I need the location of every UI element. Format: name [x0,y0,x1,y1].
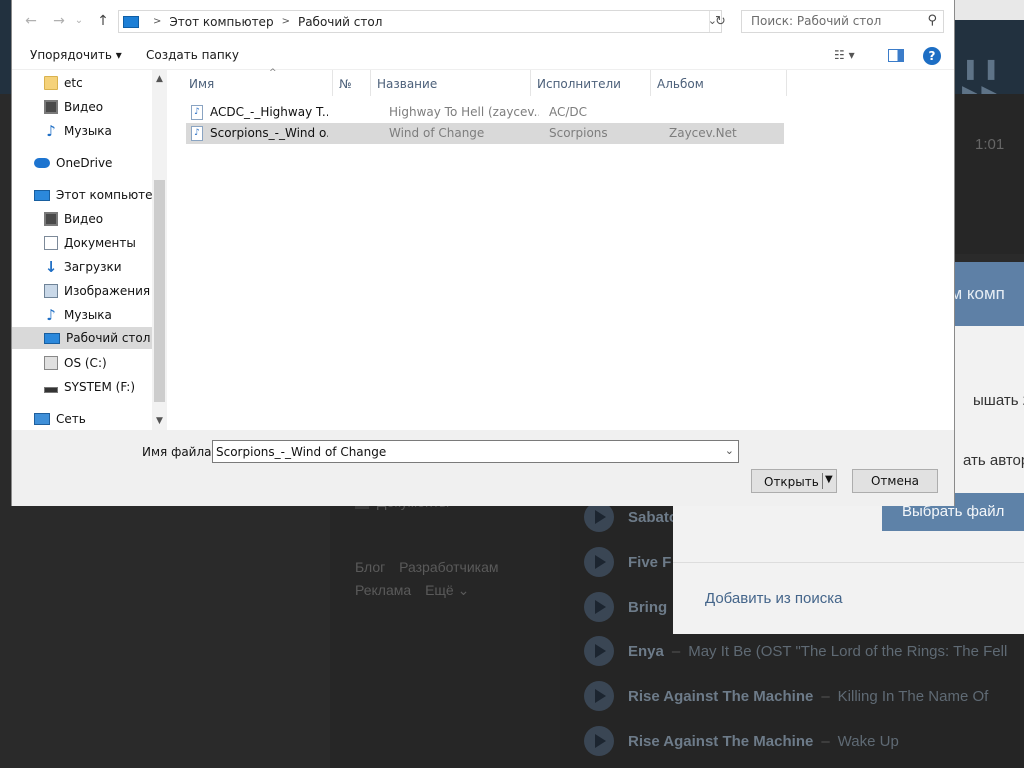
play-icon[interactable] [584,592,614,622]
back-arrow-icon[interactable]: ← [22,12,40,30]
filename-input[interactable]: Scorpions_-_Wind of Change ⌄ [212,440,739,463]
computer-icon [123,15,139,28]
new-folder-button[interactable]: Создать папку [146,48,239,62]
file-list: Имя ^ № Название Исполнители Альбом ♪ AC… [167,68,954,430]
forward-arrow-icon[interactable]: → [50,12,68,30]
scrollbar-thumb[interactable] [154,180,165,402]
modal-text-line: ать автор [963,452,1024,469]
audio-file-icon: ♪ [191,126,203,141]
modal-text-line: ышать 200 [973,392,1024,409]
filename-label: Имя файла: [142,445,216,459]
organize-button[interactable]: Упорядочить ▾ [30,48,122,62]
downloads-icon: ↓ [44,258,58,276]
nav-item-drive-f[interactable]: SYSTEM (F:) [44,376,152,398]
chevron-down-icon[interactable]: ⌄ [725,444,734,457]
breadcrumb-this-pc[interactable]: Этот компьютер [169,15,273,29]
open-button[interactable]: Открыть ▼ [751,469,837,493]
play-icon[interactable] [584,502,614,532]
dropdown-arrow-icon[interactable]: ▼ [825,474,833,485]
chevron-right-icon[interactable]: > [282,16,290,27]
play-icon[interactable] [584,636,614,666]
waveform-strip [950,0,1024,20]
documents-icon [44,236,58,250]
nav-item-video[interactable]: Видео [44,96,152,118]
drive-icon [44,387,58,393]
dialog-footer: Имя файла: Scorpions_-_Wind of Change ⌄ … [12,430,954,506]
nav-item-documents[interactable]: Документы [44,232,152,254]
column-header-name[interactable]: Имя ^ [183,68,333,96]
view-options-icon[interactable]: ☷ ▾ [834,48,855,62]
preview-pane-icon[interactable] [888,49,904,62]
nav-item-etc[interactable]: etc [44,72,152,94]
play-icon[interactable] [584,681,614,711]
cloud-icon [34,158,50,168]
modal-divider [673,562,1024,563]
track-row[interactable]: Rise Against The Machine – Wake Up [584,726,899,756]
nav-item-downloads[interactable]: ↓ Загрузки [44,256,152,278]
music-icon: ♪ [46,122,56,140]
nav-scrollbar[interactable]: ▲ ▼ [152,70,167,430]
music-icon: ♪ [46,306,56,324]
file-row[interactable]: ♪ ACDC_-_Highway T... Highway To Hell (z… [186,102,784,123]
left-column [330,490,560,768]
nav-item-music[interactable]: ♪ Музыка [44,304,152,326]
folder-icon [44,76,58,90]
chevron-right-icon[interactable]: > [153,16,161,27]
track-row[interactable]: Sabato [584,502,678,532]
column-header-number[interactable]: № [333,70,371,96]
footer-blog-link[interactable]: Блог [355,559,385,575]
track-row[interactable]: Bring [584,592,667,622]
toolbar: Упорядочить ▾ Создать папку ☷ ▾ ? [12,42,954,70]
search-icon[interactable]: ⚲ [927,13,937,28]
add-from-search-link[interactable]: Добавить из поиска [705,590,842,607]
footer-dev-link[interactable]: Разработчикам [399,559,498,575]
split-divider [822,473,823,489]
player-controls[interactable]: ❚❚ ▶▶ [962,56,1022,104]
column-header-artists[interactable]: Исполнители [531,70,651,96]
sort-up-icon: ^ [269,68,277,78]
nav-item-onedrive[interactable]: OneDrive [34,152,152,174]
nav-item-music[interactable]: ♪ Музыка [44,120,152,142]
play-icon[interactable] [584,726,614,756]
up-arrow-icon[interactable]: ↑ [94,12,112,30]
video-icon [44,100,58,114]
video-icon [44,212,58,226]
player-panel: 1:01 [955,94,1024,254]
nav-item-images[interactable]: Изображения [44,280,152,302]
breadcrumb-desktop[interactable]: Рабочий стол [298,15,382,29]
scroll-up-icon[interactable]: ▲ [152,74,167,84]
navigation-pane: etc Видео ♪ Музыка OneDrive Этот компьюте… [12,70,167,430]
nav-item-this-pc[interactable]: Этот компьютер [34,184,160,206]
cancel-button[interactable]: Отмена [852,469,938,493]
address-bar[interactable]: > Этот компьютер > Рабочий стол ⌄ [118,10,722,33]
help-icon[interactable]: ? [923,47,941,65]
nav-item-network[interactable]: Сеть [34,408,152,430]
drive-icon [44,356,58,370]
file-row-selected[interactable]: ♪ Scorpions_-_Wind o... Wind of Change S… [186,123,784,144]
audio-file-icon: ♪ [191,105,203,120]
network-icon [34,413,50,425]
scroll-down-icon[interactable]: ▼ [152,416,167,426]
column-header-album[interactable]: Альбом [651,70,787,96]
nav-item-video[interactable]: Видео [44,208,152,230]
footer-links: Блог Разработчикам Реклама Ещё ⌄ [355,556,555,602]
nav-item-drive-c[interactable]: OS (C:) [44,352,152,374]
track-row[interactable]: Rise Against The Machine – Killing In Th… [584,681,988,711]
address-row: ← → ⌄ ↑ > Этот компьютер > Рабочий стол … [12,0,954,42]
nav-item-desktop[interactable]: Рабочий стол [12,327,152,349]
track-row[interactable]: Five F [584,547,671,577]
track-row[interactable]: Enya – May It Be (OST "The Lord of the R… [584,636,1007,666]
play-icon[interactable] [584,547,614,577]
column-header-title[interactable]: Название [371,70,531,96]
footer-ads-link[interactable]: Реклама [355,582,411,598]
footer-more-link[interactable]: Ещё ⌄ [425,582,469,598]
recent-dropdown-icon[interactable]: ⌄ [70,12,88,30]
search-input[interactable]: Поиск: Рабочий стол ⚲ [741,10,944,33]
player-time: 1:01 [975,136,1005,153]
computer-icon [34,189,50,201]
file-open-dialog: ← → ⌄ ↑ > Этот компьютер > Рабочий стол … [11,0,955,506]
desktop-icon [44,332,60,344]
refresh-icon[interactable]: ↻ [709,11,731,32]
images-icon [44,284,58,298]
